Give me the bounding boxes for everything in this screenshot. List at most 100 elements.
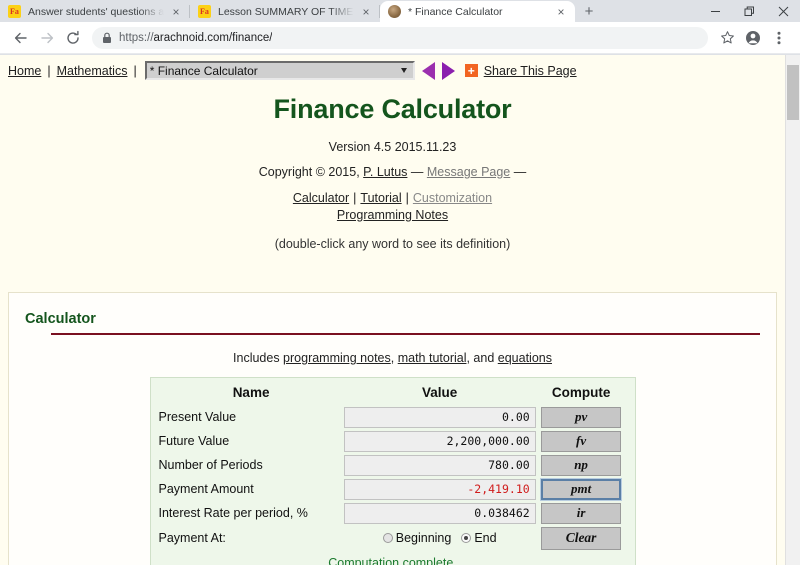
link-math-tutorial-inline[interactable]: math tutorial — [398, 351, 467, 365]
row-label-number-of-periods: Number of Periods — [158, 458, 263, 472]
row-label-payment-at: Payment At: — [158, 531, 226, 545]
row-label-interest-rate: Interest Rate per period, % — [158, 506, 308, 520]
nav-separator: | — [133, 63, 137, 78]
tab-favicon-icon — [388, 5, 401, 18]
calculator-table: Name Value Compute Present Value 0.00 pv — [159, 384, 627, 551]
author-link[interactable]: P. Lutus — [363, 165, 407, 179]
tab-favicon-icon: Fa — [8, 5, 21, 18]
copyright-line: Copyright © 2015, P. Lutus — Message Pag… — [0, 165, 785, 179]
calculator-form: Name Value Compute Present Value 0.00 pv — [149, 377, 636, 565]
future-value-input[interactable]: 2,200,000.00 — [343, 430, 536, 452]
payment-at-radio-group: Beginning End — [344, 531, 536, 545]
version-text: Version 4.5 2015.11.23 — [328, 140, 457, 154]
row-label-payment-amount: Payment Amount — [158, 482, 254, 496]
row-button-cell: Clear — [536, 525, 627, 551]
dash-1: — — [407, 165, 427, 179]
radio-end-label: End — [474, 531, 497, 545]
address-bar[interactable]: https://arachnoid.com/finance/ — [92, 26, 708, 49]
share-this-page-link[interactable]: Share This Page — [484, 64, 577, 78]
profile-avatar-icon[interactable] — [740, 25, 766, 51]
window-controls — [698, 0, 800, 22]
chevron-down-icon — [400, 68, 407, 73]
restore-icon[interactable] — [732, 0, 766, 22]
section-heading: Calculator — [25, 311, 96, 327]
interest-rate-input[interactable]: 0.038462 — [343, 502, 536, 524]
link-equations-inline[interactable]: equations — [498, 351, 552, 365]
star-icon[interactable] — [714, 25, 740, 51]
row-button-cell: pv — [536, 405, 627, 429]
compute-np-button[interactable]: np — [541, 454, 622, 476]
three-dot-menu-icon[interactable] — [766, 25, 792, 51]
column-header-name: Name — [232, 385, 270, 400]
radio-end[interactable]: End — [461, 531, 497, 545]
address-bar-url: https://arachnoid.com/finance/ — [119, 32, 272, 44]
scrollbar-thumb[interactable] — [787, 65, 799, 120]
compute-pmt-button[interactable]: pmt — [540, 477, 623, 501]
includes-line: Includes programming notes, math tutoria… — [9, 351, 776, 365]
close-icon[interactable] — [766, 0, 800, 22]
link-separator: | — [405, 191, 409, 205]
column-header-compute: Compute — [551, 385, 611, 400]
page-scrollbar[interactable] — [785, 55, 800, 565]
next-page-triangle-icon[interactable] — [441, 61, 455, 80]
share-plus-icon[interactable]: + — [464, 64, 478, 77]
row-value-cell: 0.00 — [343, 405, 536, 429]
tab-close-icon[interactable]: × — [358, 4, 374, 20]
row-button-cell: pmt — [536, 477, 627, 501]
table-row-present-value: Present Value 0.00 pv — [159, 405, 627, 429]
link-programming-notes-inline[interactable]: programming notes — [283, 351, 391, 365]
calculator-panel: Calculator Includes programming notes, m… — [8, 292, 777, 565]
previous-page-triangle-icon[interactable] — [421, 61, 435, 80]
message-page-link[interactable]: Message Page — [427, 165, 510, 179]
includes-prefix: Includes — [233, 351, 284, 365]
link-calculator[interactable]: Calculator — [293, 191, 349, 205]
url-rest: arachnoid.com/finance/ — [153, 31, 273, 44]
row-value-cell: 2,200,000.00 — [343, 429, 536, 453]
table-header-row: Name Value Compute — [159, 384, 627, 405]
link-programming-notes[interactable]: Programming Notes — [337, 208, 448, 222]
nav-link-mathematics[interactable]: Mathematics — [57, 64, 128, 78]
link-customization[interactable]: Customization — [413, 191, 492, 205]
column-header-value: Value — [422, 385, 458, 400]
clear-button[interactable]: Clear — [541, 526, 622, 550]
tab-title: Lesson SUMMARY OF TIME VALU — [218, 5, 354, 18]
double-click-hint: (double-click any word to see its defini… — [274, 236, 511, 251]
includes-and: , and — [466, 351, 498, 365]
present-value-input[interactable]: 0.00 — [343, 406, 536, 428]
tab-close-icon[interactable]: × — [168, 4, 184, 20]
copyright-prefix: Copyright © 2015, — [258, 165, 364, 179]
tab-title: * Finance Calculator — [408, 5, 503, 18]
radio-end-dot-icon[interactable] — [461, 533, 472, 543]
tab-close-icon[interactable]: × — [553, 4, 569, 20]
table-row-number-of-periods: Number of Periods 780.00 np — [159, 453, 627, 477]
nav-link-home[interactable]: Home — [8, 64, 41, 78]
row-label-present-value: Present Value — [158, 410, 237, 424]
row-label-future-value: Future Value — [158, 434, 230, 448]
tab-title: Answer students' questions and — [28, 5, 164, 18]
tab-favicon-icon: Fa — [198, 5, 211, 18]
table-row-interest-rate: Interest Rate per period, % 0.038462 ir — [159, 501, 627, 525]
radio-beginning-dot-icon[interactable] — [382, 533, 393, 543]
browser-window: Fa Answer students' questions and × Fa L… — [0, 0, 800, 565]
browser-tab-2[interactable]: Fa Lesson SUMMARY OF TIME VALU × — [190, 1, 380, 22]
page-select-dropdown[interactable]: * Finance Calculator — [144, 61, 415, 80]
radio-beginning[interactable]: Beginning — [382, 531, 452, 545]
forward-arrow-icon — [34, 25, 60, 51]
compute-fv-button[interactable]: fv — [541, 430, 622, 452]
payment-amount-input[interactable]: -2,419.10 — [343, 478, 536, 500]
lock-icon — [102, 32, 112, 44]
radio-beginning-label: Beginning — [395, 531, 452, 545]
new-tab-button[interactable]: + — [575, 1, 603, 22]
minimize-icon[interactable] — [698, 0, 732, 22]
back-arrow-icon[interactable] — [8, 25, 34, 51]
section-divider — [51, 333, 760, 335]
compute-pv-button[interactable]: pv — [541, 406, 622, 428]
browser-tab-1[interactable]: Fa Answer students' questions and × — [0, 1, 190, 22]
browser-tab-3-active[interactable]: * Finance Calculator × — [380, 1, 575, 22]
number-of-periods-input[interactable]: 780.00 — [343, 454, 536, 476]
compute-ir-button[interactable]: ir — [541, 502, 622, 524]
status-message: Computation complete. — [328, 556, 457, 565]
link-tutorial[interactable]: Tutorial — [360, 191, 401, 205]
page-viewport: Home | Mathematics | * Finance Calculato… — [0, 55, 800, 565]
reload-icon[interactable] — [60, 25, 86, 51]
